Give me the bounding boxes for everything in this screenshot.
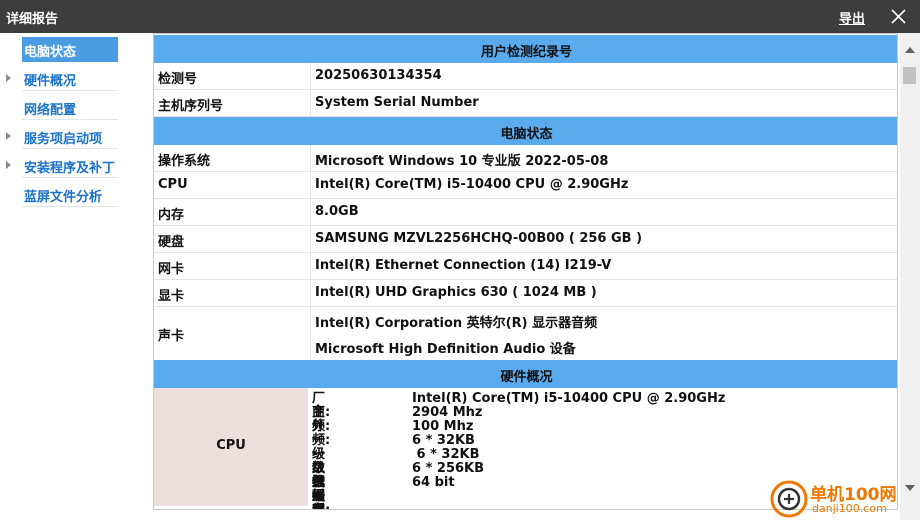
- sidebar-item-bluescreen-analysis[interactable]: 蓝屏文件分析: [22, 182, 118, 207]
- sidebar-item-installed-programs[interactable]: 安装程序及补丁: [22, 153, 118, 178]
- table-row: CPU Intel(R) Core(TM) i5-10400 CPU @ 2.9…: [154, 172, 897, 199]
- sidebar-item-computer-status[interactable]: 电脑状态: [22, 37, 118, 62]
- section-header-record: 用户检测纪录号: [154, 35, 897, 63]
- cpu-detail-value: 6 * 256KB: [412, 461, 485, 476]
- table-row: 硬盘 SAMSUNG MZVL2256HCHQ-00B00 ( 256 GB ): [154, 226, 897, 253]
- row-value: Intel(R) Ethernet Connection (14) I219-V: [315, 258, 612, 273]
- danji100-logo-icon: [770, 480, 808, 518]
- cpu-detail-value: 6 * 32KB: [412, 447, 480, 462]
- cpu-detail-value: 6 * 32KB: [412, 433, 475, 448]
- table-row: 显卡 Intel(R) UHD Graphics 630 ( 1024 MB ): [154, 280, 897, 307]
- sidebar-item-services-startup[interactable]: 服务项启动项: [22, 124, 118, 149]
- watermark-url: danji100.com: [812, 502, 887, 515]
- export-button[interactable]: 导出: [839, 8, 865, 27]
- cpu-detail-label: 数据宽度:: [312, 475, 326, 510]
- cpu-detail-value: 64 bit: [412, 475, 455, 490]
- table-row: 检测号 20250630134354: [154, 63, 897, 90]
- row-key: CPU: [154, 172, 311, 198]
- table-row: 网卡 Intel(R) Ethernet Connection (14) I21…: [154, 253, 897, 280]
- row-key: 显卡: [154, 280, 311, 306]
- row-value: 8.0GB: [315, 204, 359, 219]
- section-header-computer-status: 电脑状态: [154, 117, 897, 145]
- row-value: Microsoft Windows 10 专业版 2022-05-08: [315, 154, 609, 169]
- cpu-key-cell: CPU: [154, 388, 308, 506]
- report-content: 用户检测纪录号 检测号 20250630134354 主机序列号 System …: [153, 33, 898, 510]
- row-value: Intel(R) Core(TM) i5-10400 CPU @ 2.90GHz: [315, 177, 629, 192]
- watermark: 单机100网 danji100.com: [770, 478, 920, 520]
- row-key: 检测号: [154, 63, 311, 89]
- sidebar-item-network-config[interactable]: 网络配置: [22, 95, 118, 120]
- expand-arrow-icon[interactable]: [6, 132, 11, 140]
- row-value: Microsoft High Definition Audio 设备: [315, 342, 576, 357]
- row-key: 操作系统: [154, 145, 311, 171]
- expand-arrow-icon[interactable]: [6, 161, 11, 169]
- section-header-hardware-overview: 硬件概况: [154, 360, 897, 388]
- row-value: Intel(R) UHD Graphics 630 ( 1024 MB ): [315, 285, 597, 300]
- sidebar-item-hardware-overview[interactable]: 硬件概况: [22, 66, 118, 91]
- scrollbar-thumb[interactable]: [903, 67, 916, 84]
- row-key: 声卡: [154, 307, 311, 360]
- row-key: 网卡: [154, 253, 311, 279]
- close-icon[interactable]: [888, 4, 910, 28]
- table-row: 操作系统 Microsoft Windows 10 专业版 2022-05-08: [154, 145, 897, 172]
- cpu-detail-value: 100 Mhz: [412, 419, 474, 434]
- cpu-detail-value: Intel(R) Core(TM) i5-10400 CPU @ 2.90GHz: [412, 391, 726, 406]
- window-title: 详细报告: [6, 12, 59, 27]
- expand-arrow-icon[interactable]: [6, 74, 11, 82]
- table-row: 主机序列号 System Serial Number: [154, 90, 897, 117]
- cpu-detail-value: 2904 Mhz: [412, 405, 483, 420]
- row-value: Intel(R) Corporation 英特尔(R) 显示器音频: [315, 316, 598, 331]
- row-key: 内存: [154, 199, 311, 225]
- title-bar: 详细报告 导出: [0, 0, 920, 33]
- row-value: SAMSUNG MZVL2256HCHQ-00B00 ( 256 GB ): [315, 231, 643, 246]
- table-row: 内存 8.0GB: [154, 199, 897, 226]
- sidebar-nav: 电脑状态 硬件概况 网络配置 服务项启动项 安装程序及补丁 蓝屏文件分析: [0, 33, 140, 520]
- scroll-up-arrow-icon[interactable]: [905, 47, 915, 53]
- table-row: 声卡 Intel(R) Corporation 英特尔(R) 显示器音频 Mic…: [154, 307, 897, 361]
- row-key: 主机序列号: [154, 90, 311, 116]
- row-value: System Serial Number: [315, 95, 479, 110]
- row-value: 20250630134354: [315, 68, 442, 83]
- vertical-scrollbar[interactable]: [900, 33, 920, 520]
- row-key: 硬盘: [154, 226, 311, 252]
